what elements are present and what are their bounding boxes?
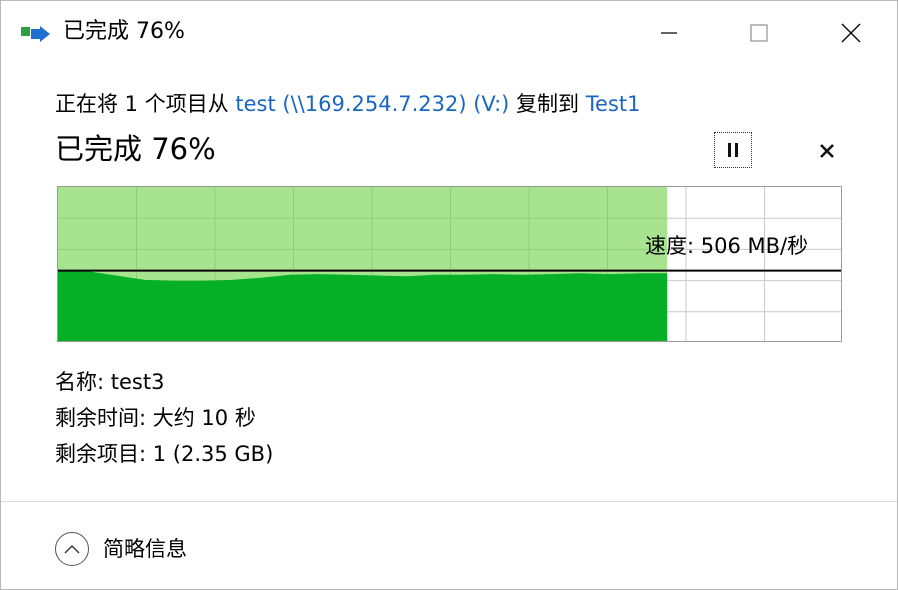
window-title: 已完成 76% [63, 19, 185, 44]
progress-title: 已完成 76% [55, 132, 216, 166]
copy-dialog: 已完成 76% 正在将 1 个项目从 test (\\169.254.7.232… [0, 0, 898, 590]
source-link[interactable]: test (\\169.254.7.232) (V:) [235, 92, 509, 116]
speed-graph-canvas [58, 187, 841, 341]
cancel-button[interactable] [809, 133, 845, 169]
close-button[interactable] [827, 11, 875, 55]
speed-graph [57, 186, 842, 342]
footer-divider [1, 501, 897, 502]
time-remaining: 剩余时间: 大约 10 秒 [55, 406, 256, 430]
speed-history-area [58, 269, 668, 341]
less-details-label: 简略信息 [103, 537, 187, 561]
items-remaining: 剩余项目: 1 (2.35 GB) [55, 442, 274, 466]
cancel-icon [820, 144, 834, 158]
file-copy-icon [21, 26, 50, 42]
speed-label: 速度: 506 MB/秒 [645, 234, 809, 258]
file-name: 名称: test3 [55, 370, 165, 394]
copy-middle: 复制到 [509, 92, 586, 116]
destination-link[interactable]: Test1 [586, 92, 641, 116]
maximize-button[interactable] [735, 11, 783, 55]
close-icon [841, 23, 861, 43]
copy-description: 正在将 1 个项目从 test (\\169.254.7.232) (V:) 复… [55, 89, 640, 119]
chevron-up-icon [55, 532, 89, 566]
less-details-toggle[interactable]: 简略信息 [55, 529, 215, 569]
minimize-icon [661, 32, 677, 34]
maximize-icon [750, 24, 768, 42]
copy-prefix: 正在将 1 个项目从 [55, 92, 236, 116]
pause-button[interactable] [714, 132, 752, 168]
pause-icon [728, 143, 738, 157]
title-bar[interactable]: 已完成 76% [1, 1, 897, 63]
minimize-button[interactable] [645, 11, 693, 55]
